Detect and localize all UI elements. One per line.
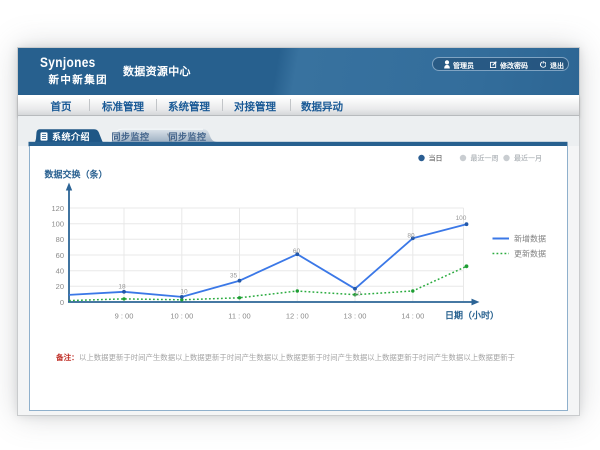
svg-text:13 : 00: 13 : 00 [343, 312, 366, 321]
svg-text:20: 20 [55, 282, 63, 291]
svg-text:35: 35 [229, 273, 237, 280]
svg-text:10 : 00: 10 : 00 [170, 312, 193, 321]
svg-text:10: 10 [180, 289, 188, 296]
svg-text:60: 60 [292, 248, 300, 255]
svg-text:11 : 00: 11 : 00 [228, 312, 250, 321]
svg-text:最近一月: 最近一月 [514, 154, 542, 163]
svg-text:当日: 当日 [428, 154, 442, 163]
svg-text:40: 40 [55, 267, 63, 276]
svg-text:100: 100 [51, 220, 64, 229]
svg-text:80: 80 [55, 235, 63, 244]
svg-text:新增数据: 新增数据 [514, 234, 546, 244]
svg-text:同步监控: 同步监控 [168, 131, 206, 142]
svg-text:9 : 00: 9 : 00 [114, 312, 133, 321]
svg-text:同步监控: 同步监控 [111, 131, 149, 142]
svg-text:60: 60 [55, 251, 63, 260]
svg-text:日期（小时）: 日期（小时） [445, 310, 499, 321]
svg-text:14 : 00: 14 : 00 [401, 312, 424, 321]
svg-text:更新数据: 更新数据 [514, 249, 546, 259]
svg-text:80: 80 [407, 233, 415, 240]
svg-text:以上数据更新于时间产生数据以上数据更新于时间产生数据以上数据: 以上数据更新于时间产生数据以上数据更新于时间产生数据以上数据更新于时间产生数据以… [79, 353, 515, 362]
svg-text:系统介绍: 系统介绍 [52, 131, 90, 142]
svg-text:12 : 00: 12 : 00 [285, 312, 308, 321]
svg-text:数据交换（条）: 数据交换（条） [44, 169, 107, 180]
svg-text:0: 0 [59, 298, 63, 307]
svg-text:18: 18 [118, 284, 126, 291]
svg-text:最近一周: 最近一周 [470, 154, 498, 163]
svg-text:120: 120 [51, 204, 64, 213]
svg-text:100: 100 [455, 215, 466, 222]
svg-text:备注：: 备注： [55, 352, 79, 362]
svg-text:10: 10 [353, 291, 361, 298]
